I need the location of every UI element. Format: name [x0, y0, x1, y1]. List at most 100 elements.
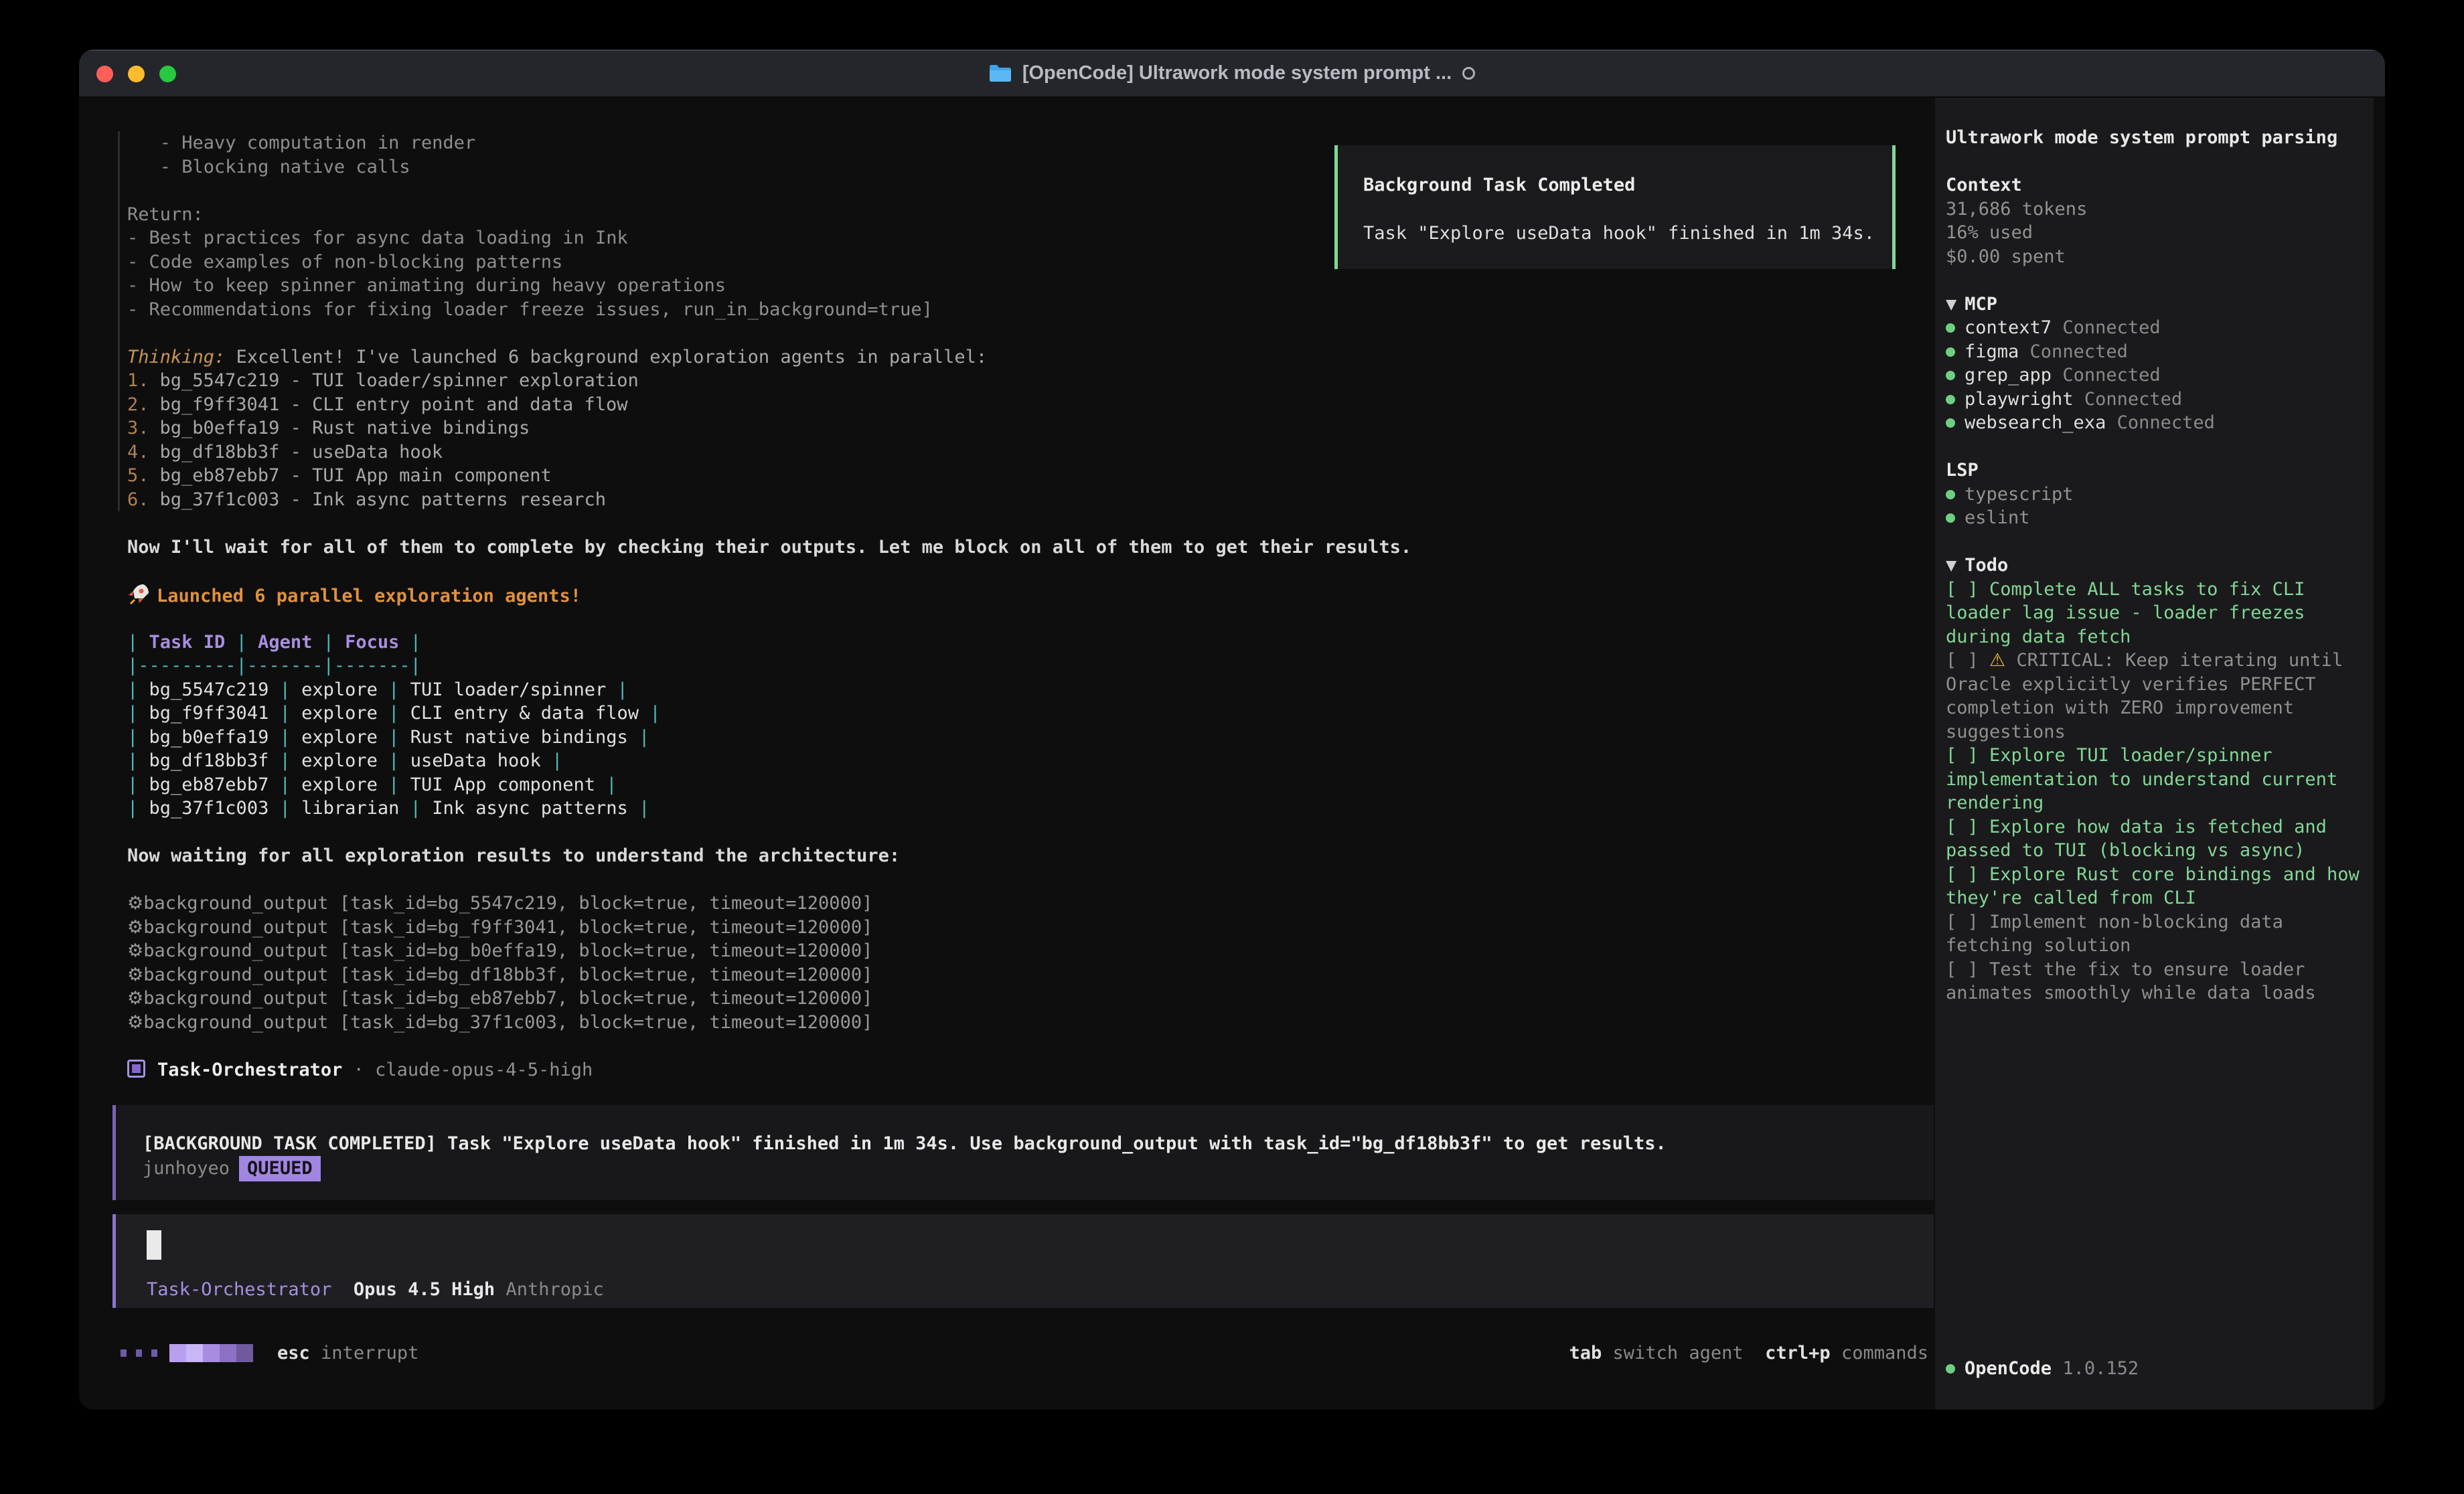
- tool-call-line: ⚙background_output [task_id=bg_df18bb3f,…: [127, 963, 1986, 987]
- minimize-window-button[interactable]: [128, 66, 145, 82]
- status-dot-icon: [1946, 371, 1955, 380]
- agent-status-row: Task-Orchestrator Opus 4.5 High Anthropi…: [147, 1279, 604, 1300]
- toast-title: Background Task Completed: [1363, 173, 1892, 197]
- status-dot-icon: [1946, 323, 1955, 333]
- agent-square-icon: [127, 1060, 145, 1078]
- table-row: bg_37f1c003librarianInk async patterns: [127, 797, 1986, 821]
- chevron-down-icon: ▼: [1946, 294, 1956, 315]
- gear-icon: ⚙: [127, 965, 143, 985]
- thinking-label: Thinking:: [127, 347, 225, 367]
- waiting-text: Now waiting for all exploration results …: [127, 844, 1986, 868]
- titlebar: [OpenCode] Ultrawork mode system prompt …: [79, 50, 2385, 98]
- status-dot-icon: [1946, 490, 1955, 499]
- launch-banner: Launched 6 parallel exploration agents!: [127, 583, 1986, 607]
- table-row: bg_b0effa19exploreRust native bindings: [127, 726, 1986, 750]
- app-version-footer: OpenCode 1.0.152: [1946, 1357, 2139, 1381]
- warning-icon: ⚠: [1989, 650, 2005, 671]
- tool-call-line: ⚙background_output [task_id=bg_37f1c003,…: [127, 1011, 1986, 1035]
- context-heading: Context: [1946, 173, 2360, 197]
- mcp-item: websearch_exa Connected: [1946, 411, 2360, 435]
- context-used: 16% used: [1946, 221, 2360, 245]
- folder-icon: [989, 64, 1012, 82]
- agent-list-item: 2.bg_f9ff3041 - CLI entry point and data…: [127, 393, 1986, 417]
- mcp-item: context7 Connected: [1946, 316, 2360, 340]
- session-title: Ultrawork mode system prompt parsing: [1946, 126, 2360, 150]
- queued-badge: QUEUED: [239, 1156, 321, 1181]
- background-task-toast: Background Task Completed Task "Explore …: [1334, 145, 1896, 269]
- prompt-input[interactable]: Task-Orchestrator Opus 4.5 High Anthropi…: [112, 1214, 1934, 1308]
- terminal-line: - Recommendations for fixing loader free…: [127, 298, 1986, 322]
- terminal-content: - Heavy computation in render - Blocking…: [79, 98, 2385, 1410]
- todo-item: [ ] Implement non-blocking data fetching…: [1946, 910, 2360, 958]
- keyboard-hints: tab switch agent ctrl+p commands: [1569, 1343, 1929, 1363]
- activity-dots-icon: [121, 1349, 157, 1357]
- context-tokens: 31,686 tokens: [1946, 197, 2360, 222]
- agent-list-item: 5.bg_eb87ebb7 - TUI App main component: [127, 464, 1986, 488]
- context-spent: $0.00 spent: [1946, 245, 2360, 269]
- table-header-row: Task IDAgentFocus: [127, 631, 1986, 655]
- todo-item: [ ] ⚠ CRITICAL: Keep iterating until Ora…: [1946, 649, 2360, 744]
- terminal-line: [127, 321, 1986, 345]
- active-model-label: Opus 4.5 High: [354, 1279, 495, 1300]
- message-user: junhoyeo: [143, 1158, 230, 1179]
- mcp-item: figma Connected: [1946, 340, 2360, 364]
- session-ring-icon: [1462, 67, 1475, 80]
- completed-message-meta: junhoyeo QUEUED: [143, 1156, 1934, 1181]
- sidebar: Ultrawork mode system prompt parsing Con…: [1935, 98, 2374, 1410]
- text-cursor: [147, 1230, 161, 1260]
- terminal-line: - How to keep spinner animating during h…: [127, 274, 1986, 298]
- todo-item: [ ] Explore Rust core bindings and how t…: [1946, 863, 2360, 910]
- zoom-window-button[interactable]: [159, 66, 176, 82]
- agent-list-item: 6.bg_37f1c003 - Ink async patterns resea…: [127, 488, 1986, 512]
- mcp-item: grep_app Connected: [1946, 363, 2360, 388]
- gear-icon: ⚙: [127, 988, 143, 1009]
- window-controls: [96, 66, 176, 82]
- gear-icon: ⚙: [127, 1012, 143, 1033]
- tool-call-line: ⚙background_output [task_id=bg_b0effa19,…: [127, 939, 1986, 963]
- table-row: bg_eb87ebb7exploreTUI App component: [127, 773, 1986, 797]
- rocket-icon: [127, 583, 150, 606]
- app-window: [OpenCode] Ultrawork mode system prompt …: [79, 50, 2385, 1410]
- lsp-heading: LSP: [1946, 459, 2360, 483]
- todo-item: [ ] Test the fix to ensure loader animat…: [1946, 958, 2360, 1005]
- status-dot-icon: [1946, 1364, 1955, 1374]
- agent-list-item: 1.bg_5547c219 - TUI loader/spinner explo…: [127, 369, 1986, 393]
- toast-body: Task "Explore useData hook" finished in …: [1363, 222, 1892, 246]
- window-title: [OpenCode] Ultrawork mode system prompt …: [1022, 62, 1452, 84]
- completed-message-text: [BACKGROUND TASK COMPLETED] Task "Explor…: [143, 1132, 1934, 1156]
- thinking-line: Thinking: Excellent! I've launched 6 bac…: [127, 345, 1986, 369]
- tool-call-line: ⚙background_output [task_id=bg_eb87ebb7,…: [127, 987, 1986, 1011]
- lsp-item: eslint: [1946, 506, 2360, 530]
- close-window-button[interactable]: [96, 66, 113, 82]
- table-row: bg_5547c219exploreTUI loader/spinner: [127, 678, 1986, 702]
- gear-icon: ⚙: [127, 940, 143, 961]
- agent-list-item: 4.bg_df18bb3f - useData hook: [127, 440, 1986, 465]
- mcp-item: playwright Connected: [1946, 388, 2360, 412]
- gear-icon: ⚙: [127, 917, 143, 938]
- assistant-output: Now I'll wait for all of them to complet…: [118, 511, 1986, 1082]
- table-row: bg_df18bb3fexploreuseData hook: [127, 749, 1986, 773]
- lsp-item: typescript: [1946, 483, 2360, 507]
- agent-list-item: 3.bg_b0effa19 - Rust native bindings: [127, 416, 1986, 440]
- transcript: - Heavy computation in render - Blocking…: [118, 131, 1986, 1082]
- todo-item: [ ] Explore TUI loader/spinner implement…: [1946, 744, 2360, 815]
- orchestrator-line: Task-Orchestrator · claude-opus-4-5-high: [127, 1058, 1986, 1082]
- todo-item: [ ] Explore how data is fetched and pass…: [1946, 815, 2360, 863]
- provider-label: Anthropic: [506, 1279, 603, 1300]
- active-agent-label: Task-Orchestrator: [147, 1279, 331, 1300]
- todo-heading[interactable]: ▼Todo: [1946, 554, 2360, 578]
- table-row: bg_f9ff3041exploreCLI entry & data flow: [127, 701, 1986, 726]
- chevron-down-icon: ▼: [1946, 555, 1956, 576]
- table-separator-row: |---------|-------|-------|: [127, 654, 1986, 678]
- mcp-heading[interactable]: ▼MCP: [1946, 293, 2360, 317]
- wait-text: Now I'll wait for all of them to complet…: [127, 535, 1986, 560]
- activity-gradient-icon: [169, 1344, 253, 1362]
- status-dot-icon: [1946, 347, 1955, 357]
- status-dot-icon: [1946, 395, 1955, 404]
- tool-call-line: ⚙background_output [task_id=bg_f9ff3041,…: [127, 916, 1986, 940]
- gear-icon: ⚙: [127, 893, 143, 914]
- esc-hint: esc interrupt: [277, 1343, 418, 1363]
- completed-message-block: [BACKGROUND TASK COMPLETED] Task "Explor…: [112, 1105, 1934, 1200]
- tool-call-line: ⚙background_output [task_id=bg_5547c219,…: [127, 892, 1986, 916]
- todo-item: [ ] Complete ALL tasks to fix CLI loader…: [1946, 578, 2360, 649]
